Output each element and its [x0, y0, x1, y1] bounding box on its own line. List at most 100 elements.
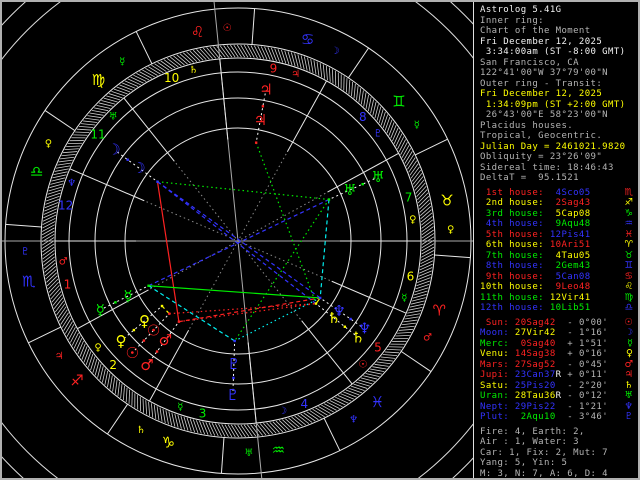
aspect-line	[234, 297, 321, 342]
header-line-0: Astrolog 5.41G	[480, 5, 562, 15]
aspect-line	[157, 181, 317, 305]
sign-ruler-icon: ♄	[137, 425, 146, 436]
planet-row: Merc: 0Sag40 + 1°51' ☿	[480, 337, 633, 349]
wheel-sign-glyph-icon: ♍	[92, 71, 105, 89]
house-ruler-icon: ♄	[189, 65, 198, 76]
planet-degree-dot	[160, 304, 164, 308]
house-number: 12	[58, 199, 73, 213]
header-line-12: Tropical, Geocentric.	[480, 131, 603, 141]
sign-ruler-icon: ♀	[45, 139, 52, 150]
aspect-line	[255, 142, 317, 304]
inner-planet-glyph-icon: ♅	[343, 181, 356, 199]
planet-degree-dot	[114, 301, 117, 304]
planet-row: Mars: 27Sag52 - 0°45' ♂	[480, 358, 633, 370]
house-cusp	[77, 289, 149, 330]
wheel-sign-glyph-icon: ♉	[440, 192, 453, 210]
planet-degree-dot	[156, 180, 159, 183]
house-ruler-icon: ♀	[409, 215, 416, 226]
house-cusp	[327, 152, 399, 193]
house-row: 2nd house: 2Sag43 ♐	[480, 197, 633, 208]
outer-planet-glyph-icon: ♂	[140, 356, 153, 374]
wheel-sign-glyph-icon: ♌	[191, 23, 204, 41]
header-line-13: Julian Day = 2461021.9820	[480, 141, 626, 152]
panel-header: Astrolog 5.41G Inner ring: Chart of the Mo…	[480, 5, 638, 184]
house-ruler-icon: ♀	[94, 342, 101, 353]
sign-ruler-icon: ♃	[55, 351, 64, 362]
planet-glyph-icon: ♅	[624, 390, 633, 401]
header-line-16: DeltaT = 95.1521	[480, 173, 579, 183]
aspect-line	[148, 198, 330, 287]
inner-planet-glyph-icon: ♆	[332, 302, 345, 320]
planet-degree-dot	[254, 141, 258, 144]
house-row: 8th house: 2Gem43 ♊	[480, 260, 633, 271]
wheel-sign-glyph-icon: ♐	[70, 372, 83, 390]
outer-planet-glyph-icon: ☿	[96, 301, 105, 319]
house-cusp	[123, 97, 175, 162]
house-ruler-icon: ♂	[59, 256, 68, 267]
wheel-sign-glyph-icon: ♓	[371, 393, 384, 411]
outer-planet-glyph-icon: ♃	[259, 81, 272, 99]
house-number: 11	[90, 127, 105, 141]
sign-ruler-icon: ☿	[119, 57, 125, 68]
planet-degree-dot	[147, 284, 150, 287]
house-cusp	[286, 80, 328, 152]
house-cusp	[301, 320, 353, 385]
element-summary: Fire: 4, Earth: 2, Air : 1, Water: 3 Car: …	[480, 426, 638, 479]
inner-planet-glyph-icon: ♃	[254, 111, 267, 129]
header-line-4: 3:34:00am (ST -8:00 GMT)	[480, 47, 626, 57]
aspect-line	[156, 181, 180, 322]
house-ruler-icon: ♅	[109, 111, 118, 122]
planet-table: Sun: 20Sag42 - 0°00' ☉ Moon: 27Vir42 - 1°1…	[480, 316, 638, 423]
house-number: 5	[374, 341, 382, 355]
house-row: 10th house: 9Leo48 ♌	[480, 281, 633, 292]
wheel-sign-glyph-icon: ♑	[162, 433, 175, 451]
summary-line-1: Air : 1, Water: 3	[480, 437, 579, 447]
planet-degree-dot	[126, 158, 129, 161]
sign-ruler-icon: ☿	[414, 120, 420, 131]
house-ruler-icon: ♇	[373, 129, 382, 140]
inner-planet-glyph-icon: ♇	[227, 355, 240, 373]
sign-ruler-icon: ♂	[423, 332, 432, 343]
planet-degree-dot	[314, 302, 318, 305]
sign-ruler-icon: ☽	[330, 46, 339, 57]
sign-glyph-icon: ♊	[624, 260, 633, 271]
house-ruler-icon: ♆	[67, 178, 76, 189]
outer-planet-glyph-icon: ♇	[226, 386, 239, 404]
house-number: 7	[405, 190, 413, 204]
house-row: 4th house: 9Aqu48 ♒	[480, 218, 633, 229]
header-line-11: Placidus houses.	[480, 120, 574, 131]
header-line-14: Obliquity = 23°26'09"	[480, 152, 603, 162]
sign-boundary	[400, 350, 432, 372]
planet-degree-dot	[361, 182, 364, 186]
summary-line-4: M: 3, N: 7, A: 6, D: 4	[480, 468, 609, 479]
aspect-line	[169, 302, 317, 315]
sign-glyph-icon: ♐	[624, 197, 633, 208]
inner-planet-glyph-icon: ♀	[139, 312, 150, 330]
aspect-line	[178, 302, 317, 323]
summary-line-0: Fire: 4, Earth: 2,	[480, 426, 585, 437]
house-table: 1st house: 4Sco05 ♏ 2nd house: 2Sag43 ♐ 3r…	[480, 186, 638, 314]
wheel-sign-glyph-icon: ♈	[433, 302, 446, 320]
planet-degree-dot	[155, 350, 159, 353]
house-number: 6	[407, 269, 415, 283]
sign-ruler-icon: ♇	[21, 246, 30, 257]
wheel-sign-glyph-icon: ♎	[30, 162, 43, 180]
house-row: 1st house: 4Sco05 ♏	[480, 186, 633, 198]
sign-boundary	[107, 403, 129, 435]
info-panel: Astrolog 5.41G Inner ring: Chart of the Mo…	[477, 2, 638, 478]
house-row: 6th house: 10Ari51 ♈	[480, 239, 633, 250]
planet-row: Sun: 20Sag42 - 0°00' ☉	[480, 316, 633, 328]
aspect-line	[157, 181, 330, 201]
planet-row: Jupi: 23Can37R + 0°11' ♃	[480, 369, 633, 380]
header-line-2: Chart of the Moment	[480, 26, 591, 36]
planet-glyph-icon: ♀	[626, 348, 633, 359]
wheel-sign-glyph-icon: ♊	[392, 92, 405, 110]
planet-degree-dot	[132, 328, 136, 332]
inner-planet-glyph-icon: ☽	[132, 159, 145, 177]
planet-degree-dot	[343, 325, 347, 328]
outer-planet-glyph-icon: ☉	[125, 344, 138, 362]
planet-degree-dot	[177, 320, 181, 323]
house-row: 11th house: 12Vir41 ♍	[480, 291, 633, 303]
sign-boundary	[347, 47, 369, 79]
wheel-sign-glyph-icon: ♋	[301, 31, 314, 49]
